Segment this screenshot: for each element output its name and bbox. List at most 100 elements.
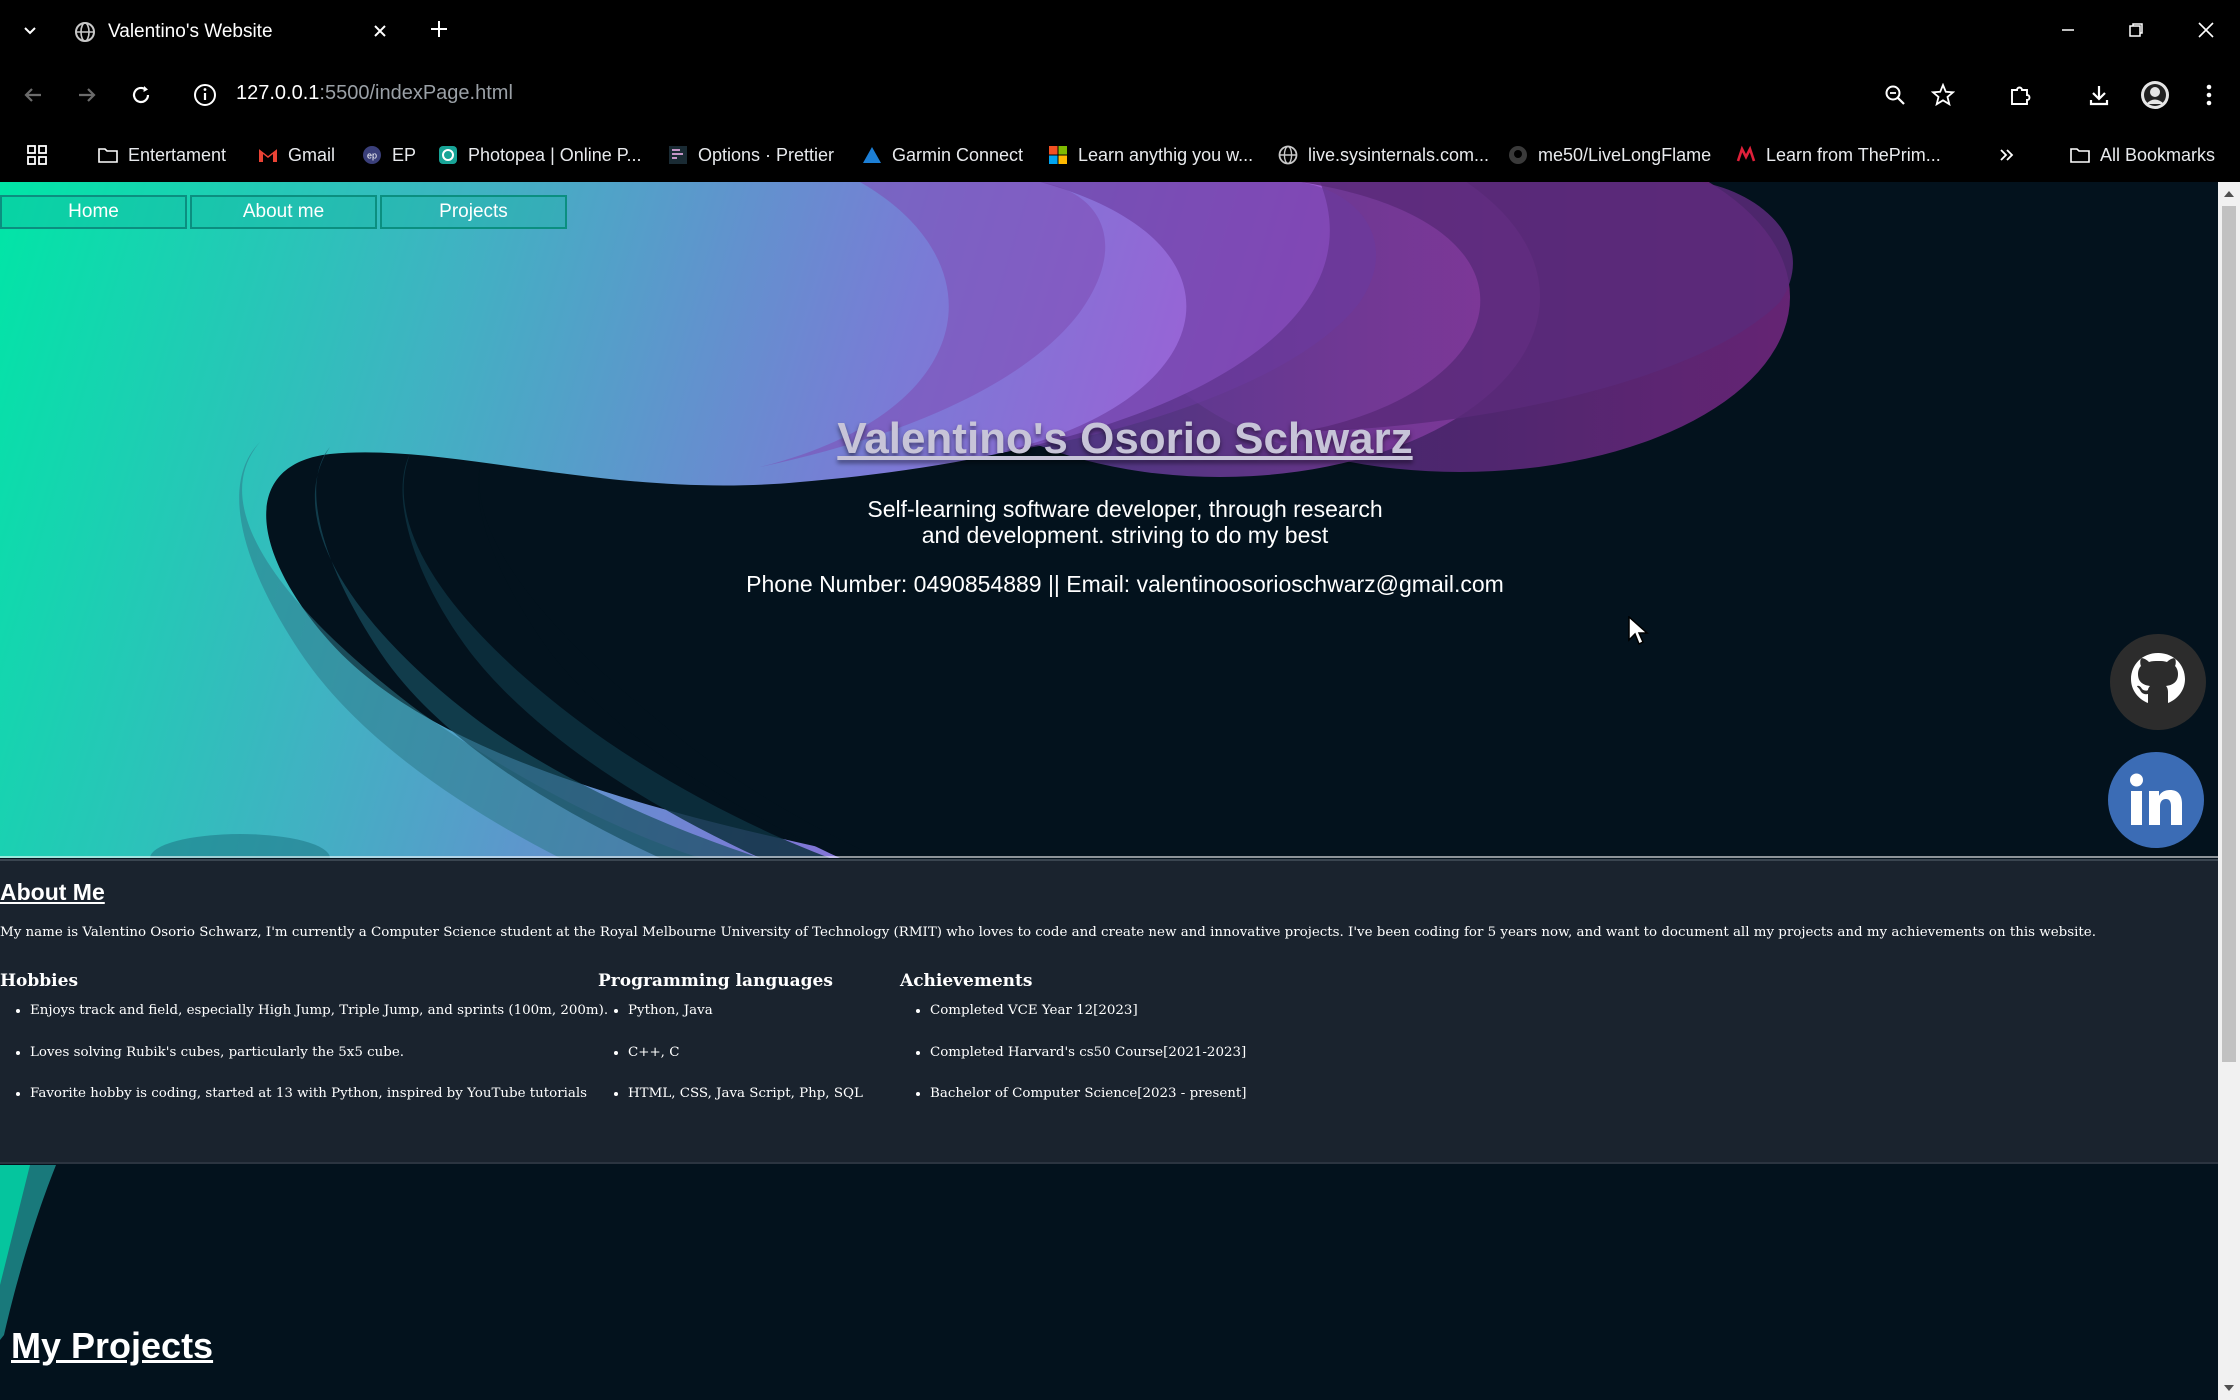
bookmarks-overflow-chevron-icon[interactable] bbox=[1998, 138, 2016, 172]
list-item: Completed Harvard's cs50 Course[2021-202… bbox=[930, 1043, 1247, 1085]
tab-strip: Valentino's Website bbox=[0, 0, 2240, 60]
forward-arrow-icon[interactable] bbox=[70, 78, 104, 112]
about-intro: My name is Valentino Osorio Schwarz, I'm… bbox=[0, 925, 2096, 940]
hero-subtitle-line2: and development. striving to do my best bbox=[921, 522, 1329, 548]
ep-icon: ep bbox=[362, 145, 382, 165]
bookmark-learn-anything[interactable]: Learn anythig you w... bbox=[1048, 138, 1253, 172]
list-item: Loves solving Rubik's cubes, particularl… bbox=[30, 1043, 608, 1085]
bookmark-me50[interactable]: me50/LiveLongFlame bbox=[1508, 138, 1711, 172]
list-item: Bachelor of Computer Science[2023 - pres… bbox=[930, 1084, 1247, 1126]
nav-about-button[interactable]: About me bbox=[190, 195, 377, 229]
address-toolbar: 127.0.0.1:5500/indexPage.html bbox=[0, 60, 2240, 130]
scroll-up-arrow-icon[interactable] bbox=[2223, 188, 2235, 200]
all-bookmarks[interactable]: All Bookmarks bbox=[2070, 138, 2215, 172]
zoom-icon[interactable] bbox=[1878, 78, 1912, 112]
garmin-icon bbox=[862, 145, 882, 165]
nav-projects-button[interactable]: Projects bbox=[380, 195, 567, 229]
projects-section: My Projects bbox=[0, 1165, 2218, 1400]
bookmark-label: me50/LiveLongFlame bbox=[1538, 144, 1712, 165]
back-arrow-icon[interactable] bbox=[16, 78, 50, 112]
site-nav: Home About me Projects bbox=[0, 195, 567, 229]
globe-icon bbox=[1278, 145, 1298, 165]
scroll-down-arrow-icon[interactable] bbox=[2223, 1382, 2235, 1394]
svg-text:ep: ep bbox=[367, 151, 377, 161]
bookmark-label: Entertament bbox=[128, 144, 227, 165]
github-icon bbox=[1508, 145, 1528, 165]
bookmark-label: Gmail bbox=[288, 144, 336, 165]
bookmark-label: Learn anythig you w... bbox=[1078, 144, 1254, 165]
gmail-icon bbox=[258, 145, 278, 165]
github-icon bbox=[2131, 653, 2185, 703]
bookmark-label: Garmin Connect bbox=[892, 144, 1024, 165]
bookmark-photopea[interactable]: Photopea | Online P... bbox=[438, 138, 641, 172]
bookmark-label: Photopea | Online P... bbox=[468, 144, 642, 165]
bookmark-label: Learn from ThePrim... bbox=[1766, 144, 1941, 165]
tab-search-chevron-icon[interactable] bbox=[14, 14, 46, 46]
microsoft-icon bbox=[1048, 145, 1068, 165]
photopea-icon bbox=[438, 145, 458, 165]
window-close-icon[interactable] bbox=[2184, 12, 2228, 48]
downloads-icon[interactable] bbox=[2082, 78, 2116, 112]
bookmark-entertament[interactable]: Entertament bbox=[98, 138, 226, 172]
bookmark-ep[interactable]: ep EP bbox=[362, 138, 416, 172]
list-item: C++, C bbox=[628, 1043, 863, 1085]
bookmark-garmin[interactable]: Garmin Connect bbox=[862, 138, 1023, 172]
hero-section: Home About me Projects Valentino's Osori… bbox=[0, 182, 2218, 858]
languages-column: Programming languages Python, Java C++, … bbox=[598, 971, 863, 1126]
new-tab-plus-icon[interactable] bbox=[424, 14, 454, 44]
minimize-icon[interactable] bbox=[2046, 12, 2090, 48]
url-host: 127.0.0.1 bbox=[236, 82, 320, 104]
page-scrollbar[interactable] bbox=[2218, 182, 2240, 1400]
bookmark-theprimeagen[interactable]: Learn from ThePrim... bbox=[1736, 138, 1941, 172]
bookmarks-bar: Entertament Gmail ep EP Photopea | Onlin… bbox=[0, 130, 2240, 180]
list-item: Completed VCE Year 12[2023] bbox=[930, 1001, 1247, 1043]
github-link[interactable] bbox=[2110, 634, 2206, 730]
browser-tab[interactable]: Valentino's Website bbox=[58, 6, 406, 56]
linkedin-link[interactable] bbox=[2108, 752, 2204, 848]
hero-subtitle-line1: Self-learning software developer, throug… bbox=[867, 496, 1383, 522]
bookmark-label: live.sysinternals.com... bbox=[1308, 144, 1490, 165]
hero-contact: Phone Number: 0490854889 || Email: valen… bbox=[746, 571, 1504, 597]
achievements-column: Achievements Completed VCE Year 12[2023]… bbox=[900, 971, 1247, 1126]
mouse-cursor-icon bbox=[1628, 616, 1649, 646]
primeagen-icon bbox=[1736, 145, 1756, 165]
list-item: Favorite hobby is coding, started at 13 … bbox=[30, 1084, 608, 1126]
folder-icon bbox=[2070, 145, 2090, 165]
projects-heading[interactable]: My Projects bbox=[11, 1325, 213, 1367]
bookmark-gmail[interactable]: Gmail bbox=[258, 138, 335, 172]
restore-icon[interactable] bbox=[2114, 12, 2158, 48]
list-item: HTML, CSS, Java Script, Php, SQL bbox=[628, 1084, 863, 1126]
hobbies-column: Hobbies Enjoys track and field, especial… bbox=[0, 971, 608, 1126]
list-item: Enjoys track and field, especially High … bbox=[30, 1001, 608, 1043]
list-item: Python, Java bbox=[628, 1001, 863, 1043]
apps-grid-icon[interactable] bbox=[26, 138, 48, 172]
site-info-icon[interactable] bbox=[192, 82, 218, 108]
folder-icon bbox=[98, 145, 118, 165]
globe-icon bbox=[75, 22, 95, 42]
extensions-puzzle-icon[interactable] bbox=[2003, 78, 2037, 112]
bookmark-star-icon[interactable] bbox=[1926, 78, 1960, 112]
linkedin-icon bbox=[2130, 773, 2182, 825]
kebab-menu-icon[interactable] bbox=[2192, 78, 2226, 112]
about-section: About Me My name is Valentino Osorio Sch… bbox=[0, 859, 2218, 1164]
profile-avatar-icon[interactable] bbox=[2138, 78, 2172, 112]
hero-title[interactable]: Valentino's Osorio Schwarz bbox=[0, 414, 2218, 464]
prettier-icon bbox=[668, 145, 688, 165]
all-bookmarks-label: All Bookmarks bbox=[2100, 144, 2216, 165]
bookmark-prettier[interactable]: Options · Prettier bbox=[668, 138, 834, 172]
tab-close-icon[interactable] bbox=[368, 19, 392, 43]
reload-icon[interactable] bbox=[124, 78, 158, 112]
bookmark-sysinternals[interactable]: live.sysinternals.com... bbox=[1278, 138, 1489, 172]
address-bar[interactable]: 127.0.0.1:5500/indexPage.html bbox=[236, 82, 513, 105]
tab-title: Valentino's Website bbox=[108, 21, 273, 42]
hero-subtitle: Self-learning software developer, throug… bbox=[0, 496, 2218, 548]
languages-heading: Programming languages bbox=[598, 971, 833, 991]
scrollbar-thumb[interactable] bbox=[2222, 206, 2236, 1062]
bookmark-label: Options · Prettier bbox=[698, 144, 835, 165]
hobbies-heading: Hobbies bbox=[0, 971, 79, 991]
about-heading[interactable]: About Me bbox=[0, 879, 105, 906]
achievements-heading: Achievements bbox=[900, 971, 1033, 991]
url-path: :5500/indexPage.html bbox=[319, 82, 513, 104]
nav-home-button[interactable]: Home bbox=[0, 195, 187, 229]
bookmark-label: EP bbox=[392, 144, 417, 165]
